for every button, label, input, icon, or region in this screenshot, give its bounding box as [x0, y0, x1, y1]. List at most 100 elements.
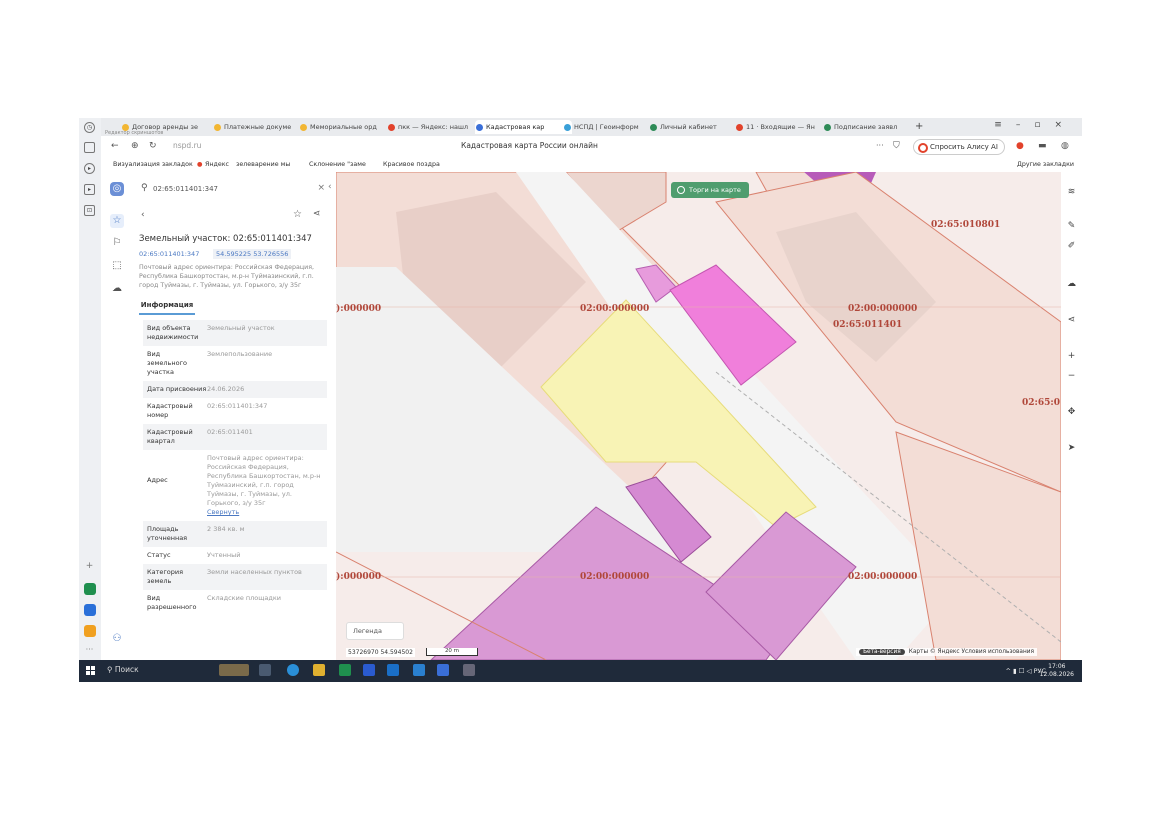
edit-icon[interactable]: ✐ — [1065, 240, 1078, 253]
maximize-icon[interactable]: ▫ — [1034, 120, 1054, 130]
user-icon[interactable]: ⚇ — [110, 632, 124, 646]
yandex-browser-icon[interactable] — [437, 664, 449, 676]
beta-badge[interactable]: Бета-версия — [859, 649, 905, 655]
shield-icon[interactable]: ⊕ — [131, 141, 139, 151]
tabs-icon[interactable] — [84, 142, 95, 153]
collapse-panel-icon[interactable]: ‹ — [328, 182, 332, 192]
clock[interactable]: 17:06 12.08.2026 — [1040, 663, 1074, 679]
shield-ext-icon[interactable]: ◍ — [1061, 141, 1069, 151]
bookmark-item[interactable]: Визуализация закладок — [113, 161, 193, 168]
app-icon[interactable] — [413, 664, 425, 676]
tab-favicon-icon — [300, 124, 307, 131]
tab-information[interactable]: Информация — [139, 297, 195, 315]
table-row: Дата присвоения 24.06.2026 — [143, 381, 327, 398]
app-icon[interactable] — [463, 664, 475, 676]
table-row: Статус Учтенный — [143, 547, 327, 564]
other-bookmarks[interactable]: Другие закладки — [1017, 161, 1074, 168]
search-icon: ⚲ — [141, 183, 148, 193]
app-icon-blue[interactable] — [84, 604, 96, 616]
history-icon[interactable]: ◷ — [84, 122, 95, 133]
bookmark-item[interactable]: зелеварение мы — [236, 161, 290, 168]
windows-start-icon[interactable] — [86, 666, 96, 676]
cloud-icon[interactable]: ☁ — [110, 282, 124, 296]
cloud-upload-icon[interactable]: ☁ — [1065, 278, 1078, 291]
bookmark-item[interactable]: Яндекс — [205, 161, 229, 168]
app-icon-orange[interactable] — [84, 625, 96, 637]
screenshot-icon[interactable]: ⊡ — [84, 205, 95, 216]
bookmark-item[interactable]: Красивое поздра — [383, 161, 440, 168]
coords-badge[interactable]: 54.595225 53.726556 — [213, 249, 292, 259]
url-field[interactable]: nspd.ru — [173, 141, 201, 150]
legend-button[interactable]: Легенда — [346, 622, 404, 640]
move-icon[interactable]: ✥ — [1065, 406, 1078, 419]
tab-item[interactable]: Платежные докуме — [213, 120, 308, 134]
map-label: ):000000 — [336, 572, 382, 582]
excel-icon[interactable] — [339, 664, 351, 676]
locate-icon[interactable]: ➤ — [1065, 442, 1078, 455]
tab-item[interactable]: 11 · Входящие — Ян — [735, 120, 832, 134]
clear-icon[interactable]: × — [317, 183, 325, 193]
back-icon[interactable]: ‹ — [141, 210, 145, 220]
attr-key: Вид разрешенного — [147, 594, 197, 611]
edge-icon[interactable] — [287, 664, 299, 676]
pencil-icon[interactable]: ✎ — [1065, 220, 1078, 233]
menu-icon[interactable]: ≡ — [994, 120, 1016, 130]
extension-icon[interactable]: ▬ — [1038, 141, 1047, 151]
more-icon[interactable]: ··· — [84, 645, 95, 656]
share-icon[interactable]: ⋖ — [1065, 314, 1078, 327]
logo-icon[interactable]: ◎ — [110, 182, 124, 196]
cadastral-map[interactable]: Торги на карте 02:65:010801 02:00:000000… — [336, 172, 1061, 660]
new-tab-button[interactable]: + — [913, 120, 929, 134]
map-label: 02:00:000000 — [848, 572, 918, 582]
star-icon[interactable]: ☆ — [110, 214, 124, 228]
media-icon[interactable]: ▸ — [84, 184, 95, 195]
map-attribution: Бета-версия Карты © Яндекс Условия исполь… — [856, 648, 1037, 656]
minimize-icon[interactable]: – — [1016, 120, 1035, 130]
tab-item[interactable]: пкк — Яндекс: нашл — [387, 120, 484, 134]
taskbar-search-label: Поиск — [114, 665, 139, 674]
back-icon[interactable]: ← — [111, 141, 119, 151]
add-panel-icon[interactable]: + — [84, 562, 95, 573]
select-area-icon[interactable]: ⬚ — [110, 259, 124, 273]
tab-item[interactable]: Личный кабинет — [649, 120, 744, 134]
bookmark-item[interactable]: Склонение "заме — [309, 161, 366, 168]
attr-key: Площадь уточненная — [147, 525, 188, 542]
tab-item[interactable]: Подписание заявл — [823, 120, 920, 134]
tab-bar: Договор аренды зе Платежные докуме Мемор… — [101, 118, 1082, 136]
more-icon[interactable]: ··· — [876, 141, 884, 150]
profile-icon[interactable]: ● — [1016, 141, 1024, 151]
word-icon[interactable] — [363, 664, 375, 676]
bookmarks-bar: Визуализация закладок ● Яндекс зелеварен… — [101, 158, 1082, 173]
app-icon-green[interactable] — [84, 583, 96, 595]
tab-item-active[interactable]: Кадастровая кар — [475, 120, 572, 134]
window-controls: ≡–▫× — [994, 120, 1076, 130]
windows-taskbar: ⚲ Поиск ^ ▮ ☐ ◁ РУС 17:06 12.08.2026 — [79, 660, 1082, 682]
attr-key: Вид объекта недвижимости — [147, 324, 199, 341]
tab-item[interactable]: НСПД | Геоинформ — [563, 120, 658, 134]
outlook-icon[interactable] — [387, 664, 399, 676]
zoom-in-icon[interactable]: + — [1065, 350, 1078, 363]
map-canvas[interactable] — [336, 172, 1061, 660]
close-icon[interactable]: × — [1054, 120, 1076, 130]
flag-icon[interactable]: ⚐ — [110, 236, 124, 250]
layers-icon[interactable]: ≋ — [1065, 186, 1078, 199]
explorer-icon[interactable] — [313, 664, 325, 676]
taskbar-widget-icon[interactable] — [219, 664, 249, 676]
taskbar-search[interactable]: ⚲ Поиск — [107, 665, 139, 674]
search-input[interactable]: ⚲ 02:65:011401:347 × — [139, 182, 325, 198]
share-icon[interactable]: ⋖ — [313, 209, 321, 219]
tab-item[interactable]: Мемориальные орд — [299, 120, 396, 134]
auctions-on-map-button[interactable]: Торги на карте — [671, 182, 749, 198]
tab-favicon-icon — [388, 124, 395, 131]
play-icon[interactable]: ▸ — [84, 163, 95, 174]
taskview-icon[interactable] — [259, 664, 271, 676]
ask-alice-button[interactable]: Спросить Алису AI — [913, 139, 1005, 155]
tray-icons[interactable]: ^ ▮ ☐ ◁ — [1005, 667, 1033, 675]
zoom-out-icon[interactable]: − — [1065, 370, 1078, 383]
collapse-link[interactable]: Свернуть — [207, 508, 239, 516]
bookmark-icon[interactable]: ⛉ — [893, 141, 900, 151]
favorite-icon[interactable]: ☆ — [293, 209, 302, 220]
attribution-text[interactable]: Карты © Яндекс Условия использования — [909, 649, 1034, 655]
cadastral-id-link[interactable]: 02:65:011401:347 — [139, 250, 199, 258]
reload-icon[interactable]: ↻ — [149, 141, 157, 151]
